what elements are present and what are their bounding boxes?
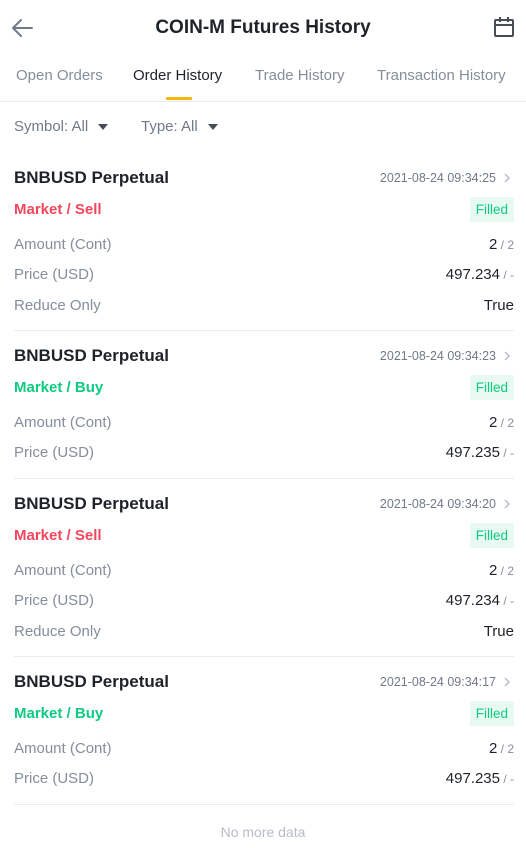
- price-label: Price (USD): [14, 592, 95, 609]
- order-time: 2021-08-24 09:34:17: [379, 675, 496, 689]
- chevron-right-icon: [504, 173, 511, 183]
- amount-label: Amount (Cont): [14, 414, 112, 431]
- caret-down-icon: [98, 123, 109, 130]
- price-row: Price (USD) 497.235 / -: [14, 770, 514, 790]
- amount-row: Amount (Cont) 2 / 2: [14, 740, 514, 760]
- price-row: Price (USD) 497.234 / -: [14, 266, 514, 286]
- reduce-only-label: Reduce Only: [14, 297, 101, 314]
- reduce-only-value: True: [483, 297, 514, 314]
- price-avg: 497.235: [445, 444, 500, 461]
- amount-row: Amount (Cont) 2 / 2: [14, 236, 514, 256]
- order-time: 2021-08-24 09:34:23: [379, 349, 496, 363]
- status-badge: Filled: [469, 523, 514, 548]
- amount-value: 2 / 2: [489, 740, 514, 757]
- amount-label: Amount (Cont): [14, 740, 112, 757]
- amount-value: 2 / 2: [489, 414, 514, 431]
- tab-transaction-history[interactable]: Transaction History: [377, 67, 506, 84]
- price-value: 497.234 / -: [446, 592, 514, 609]
- order-card[interactable]: BNBUSD Perpetual 2021-08-24 09:34:20 Mar…: [14, 494, 514, 657]
- order-symbol: BNBUSD Perpetual: [14, 168, 169, 187]
- calendar-icon[interactable]: [493, 16, 515, 38]
- type-filter-label: Type: All: [141, 118, 198, 135]
- amount-label: Amount (Cont): [14, 562, 112, 579]
- amount-total: / 2: [497, 238, 514, 252]
- order-card[interactable]: BNBUSD Perpetual 2021-08-24 09:34:17 Mar…: [14, 672, 514, 805]
- price-order: / -: [500, 772, 514, 786]
- order-side: Market / Buy: [14, 379, 104, 396]
- price-avg: 497.235: [445, 770, 500, 787]
- order-card[interactable]: BNBUSD Perpetual 2021-08-24 09:34:25 Mar…: [14, 168, 514, 331]
- amount-total: / 2: [497, 416, 514, 430]
- order-time: 2021-08-24 09:34:25: [379, 171, 496, 185]
- amount-total: / 2: [497, 742, 514, 756]
- active-tab-indicator: [166, 97, 192, 100]
- price-label: Price (USD): [14, 266, 95, 283]
- order-side: Market / Sell: [14, 527, 102, 544]
- caret-down-icon: [207, 123, 218, 130]
- order-time: 2021-08-24 09:34:20: [379, 497, 496, 511]
- status-badge: Filled: [469, 701, 514, 726]
- price-order: / -: [500, 594, 514, 608]
- price-order: / -: [500, 446, 514, 460]
- price-row: Price (USD) 497.234 / -: [14, 592, 514, 612]
- amount-row: Amount (Cont) 2 / 2: [14, 562, 514, 582]
- chevron-right-icon: [504, 499, 511, 509]
- order-symbol: BNBUSD Perpetual: [14, 346, 169, 365]
- price-avg: 497.234: [445, 592, 500, 609]
- end-of-list-text: No more data: [220, 824, 306, 840]
- top-bar: COIN-M Futures History: [0, 0, 526, 56]
- chevron-right-icon: [504, 677, 511, 687]
- amount-row: Amount (Cont) 2 / 2: [14, 414, 514, 434]
- history-tabs: Open Orders Order History Trade History …: [0, 56, 526, 102]
- amount-value: 2 / 2: [489, 562, 514, 579]
- order-symbol: BNBUSD Perpetual: [14, 494, 169, 513]
- price-label: Price (USD): [14, 770, 95, 787]
- tab-open-orders[interactable]: Open Orders: [16, 67, 103, 84]
- reduce-only-row: Reduce Only True: [14, 297, 514, 317]
- tab-trade-history[interactable]: Trade History: [255, 67, 344, 84]
- status-badge: Filled: [469, 197, 514, 222]
- price-order: / -: [500, 268, 514, 282]
- amount-value: 2 / 2: [489, 236, 514, 253]
- reduce-only-value: True: [483, 623, 514, 640]
- price-value: 497.235 / -: [446, 770, 514, 787]
- order-card[interactable]: BNBUSD Perpetual 2021-08-24 09:34:23 Mar…: [14, 346, 514, 479]
- price-row: Price (USD) 497.235 / -: [14, 444, 514, 464]
- price-value: 497.234 / -: [446, 266, 514, 283]
- symbol-filter[interactable]: Symbol: All: [14, 118, 109, 135]
- reduce-only-row: Reduce Only True: [14, 623, 514, 643]
- order-side: Market / Sell: [14, 201, 102, 218]
- type-filter[interactable]: Type: All: [141, 118, 218, 135]
- page-title: COIN-M Futures History: [155, 17, 371, 38]
- reduce-only-label: Reduce Only: [14, 623, 101, 640]
- order-symbol: BNBUSD Perpetual: [14, 672, 169, 691]
- amount-total: / 2: [497, 564, 514, 578]
- price-label: Price (USD): [14, 444, 95, 461]
- status-badge: Filled: [469, 375, 514, 400]
- order-side: Market / Buy: [14, 705, 104, 722]
- chevron-right-icon: [504, 351, 511, 361]
- tab-order-history[interactable]: Order History: [133, 67, 222, 84]
- amount-label: Amount (Cont): [14, 236, 112, 253]
- price-value: 497.235 / -: [446, 444, 514, 461]
- symbol-filter-label: Symbol: All: [14, 118, 89, 135]
- price-avg: 497.234: [445, 266, 500, 283]
